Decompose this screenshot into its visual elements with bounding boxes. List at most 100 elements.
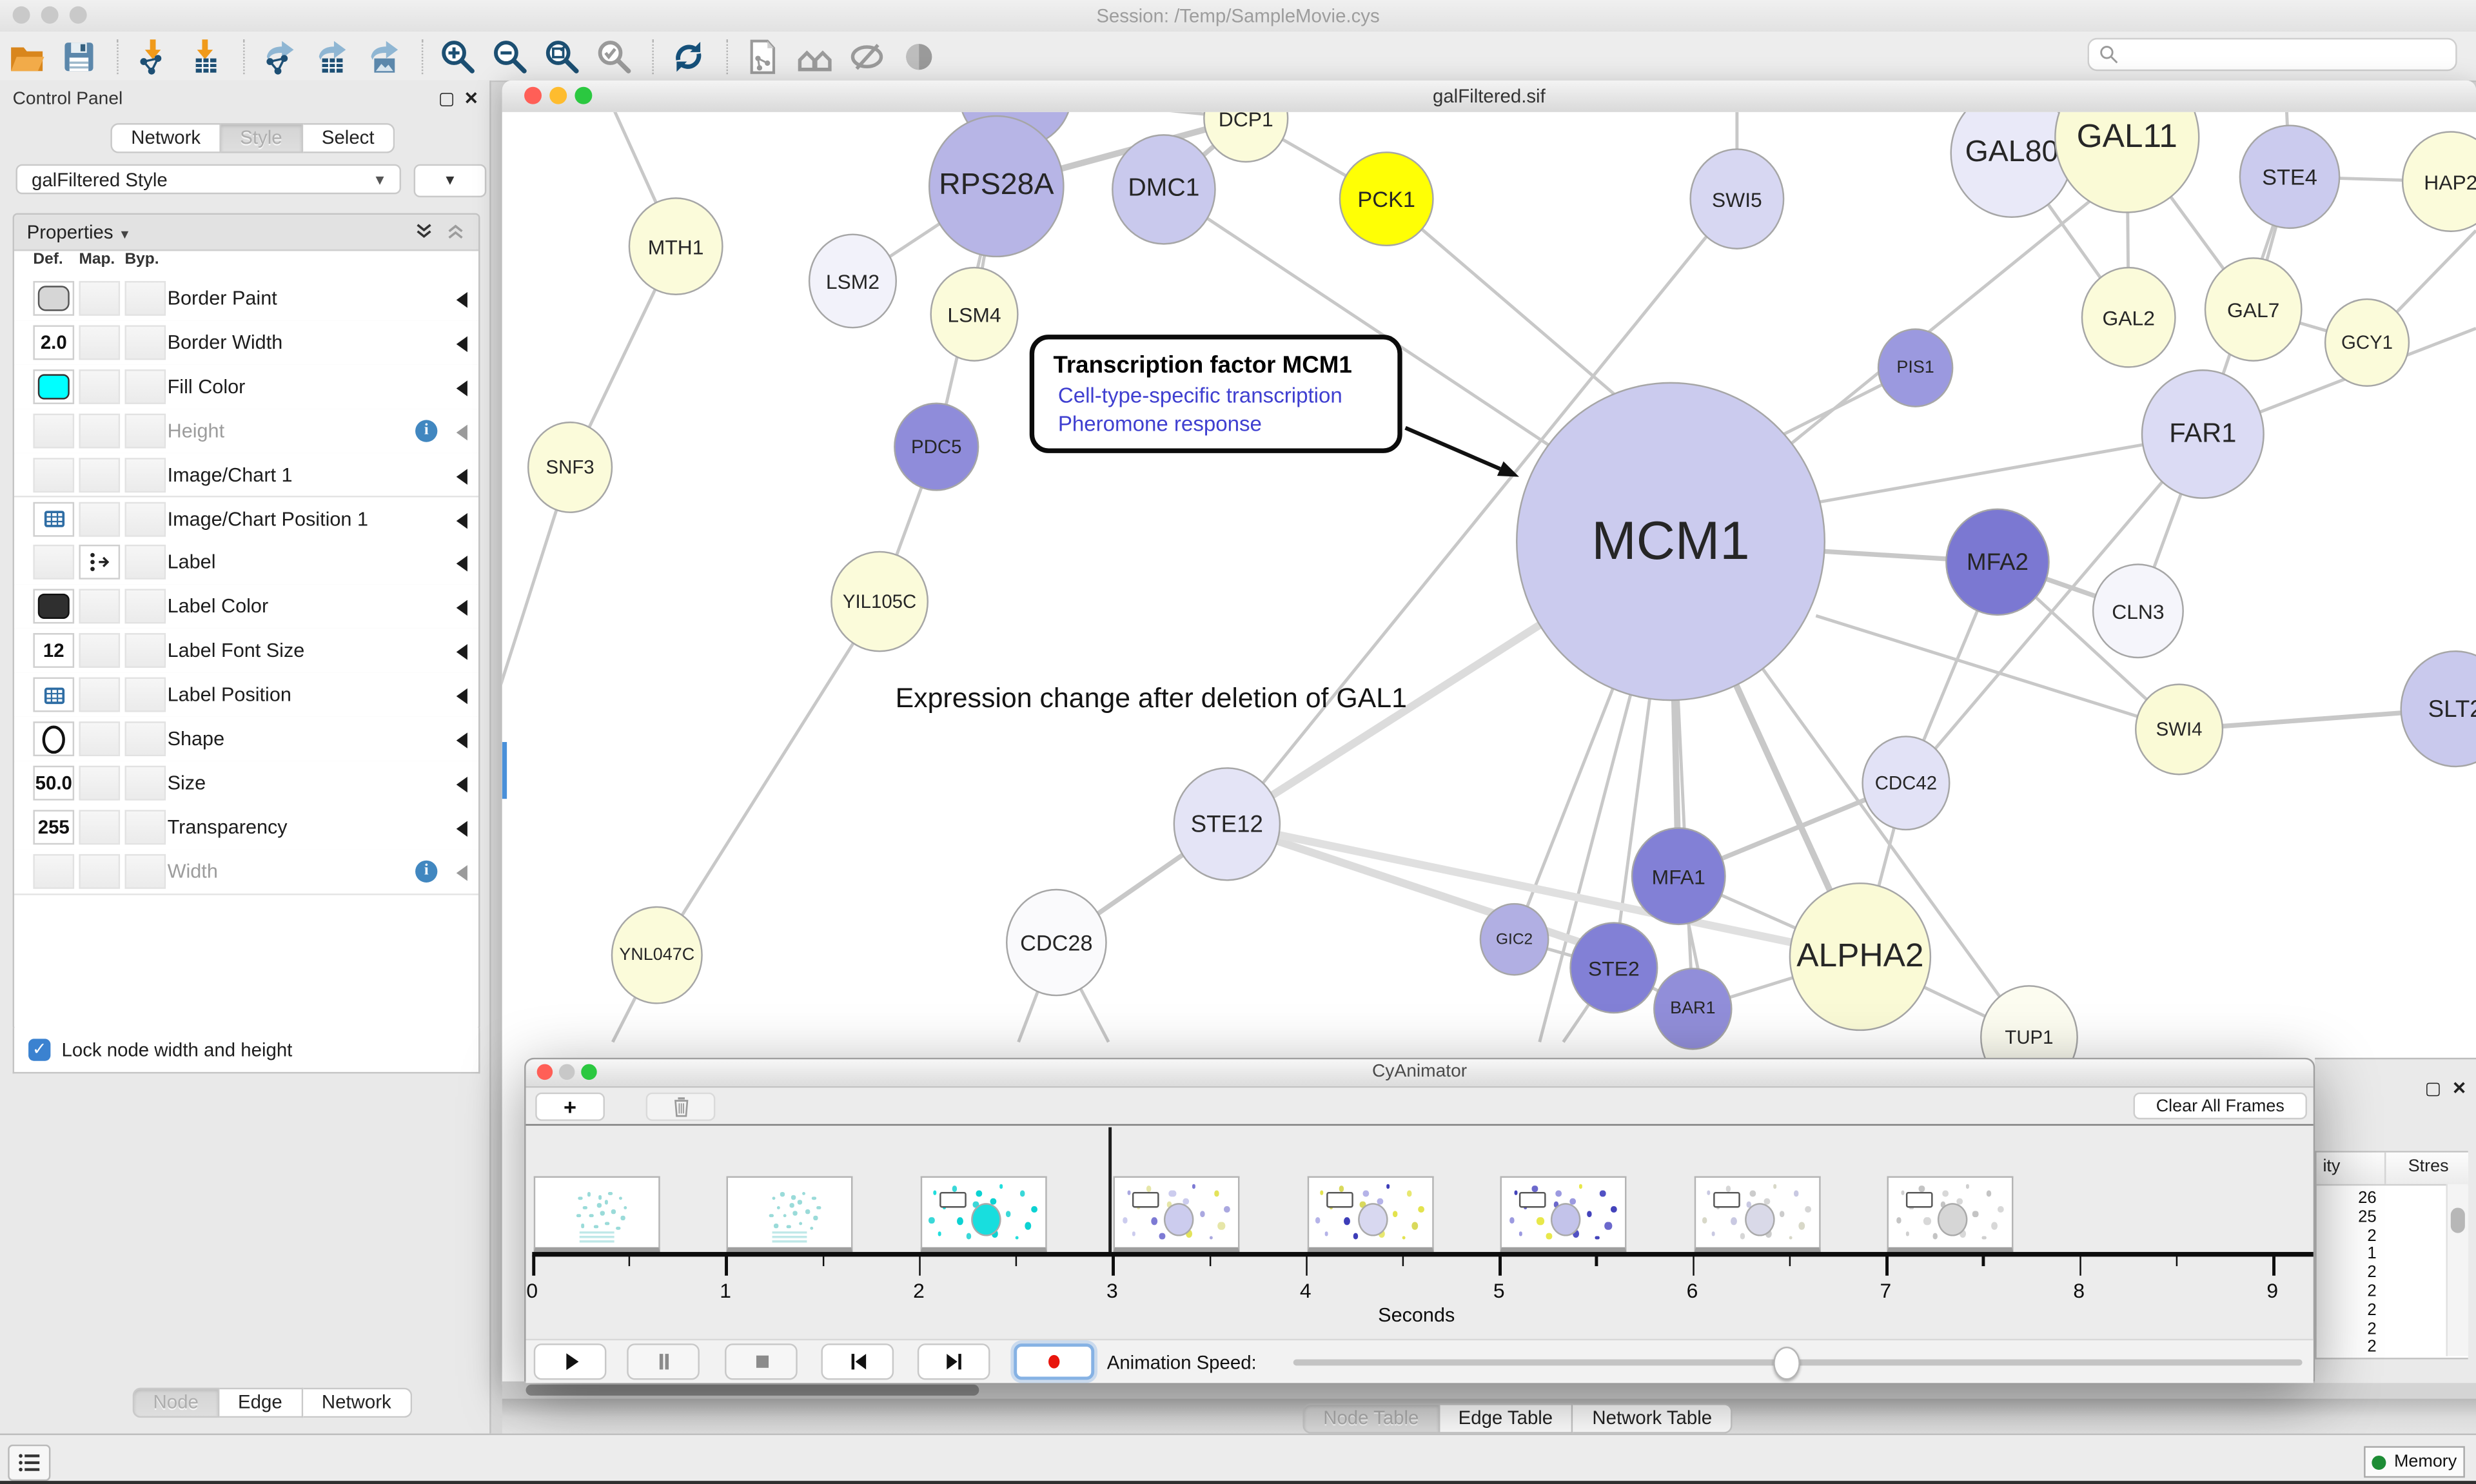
- property-byp-cell[interactable]: [124, 281, 166, 316]
- expand-row-icon[interactable]: [457, 380, 467, 396]
- property-row-border-paint[interactable]: Border Paint: [14, 277, 478, 322]
- vertical-scrollbar-thumb[interactable]: [2451, 1207, 2465, 1233]
- property-byp-cell[interactable]: [124, 545, 166, 580]
- tab-node-table[interactable]: Node Table: [1302, 1403, 1439, 1434]
- property-row-width[interactable]: Widthi: [14, 849, 478, 895]
- expand-row-icon[interactable]: [457, 600, 467, 616]
- zoom-fit-button[interactable]: [542, 36, 583, 77]
- tab-style[interactable]: Style: [221, 123, 303, 153]
- frame-thumbnail-4s[interactable]: [1307, 1176, 1433, 1252]
- property-map-cell[interactable]: [79, 369, 120, 404]
- node-snf3[interactable]: SNF3: [527, 422, 613, 513]
- tab-node[interactable]: Node: [133, 1388, 219, 1418]
- annotation-box[interactable]: Transcription factor MCM1 Cell-type-spec…: [1030, 335, 1402, 453]
- zoom-in-button[interactable]: [437, 36, 478, 77]
- node-mfa1[interactable]: MFA1: [1631, 827, 1726, 925]
- expand-row-icon[interactable]: [457, 336, 467, 351]
- property-row-label-color[interactable]: Label Color: [14, 585, 478, 630]
- node-bar1[interactable]: BAR1: [1653, 968, 1732, 1050]
- property-def-cell[interactable]: [33, 369, 74, 404]
- property-def-cell[interactable]: 2.0: [33, 325, 74, 360]
- node-mth1[interactable]: MTH1: [629, 197, 723, 295]
- column-divider[interactable]: [2384, 1153, 2386, 1184]
- tab-network[interactable]: Network: [303, 1388, 412, 1418]
- property-map-cell[interactable]: [79, 810, 120, 845]
- node-mcm1[interactable]: MCM1: [1516, 382, 1825, 701]
- property-byp-cell[interactable]: [124, 765, 166, 800]
- property-row-label-font-size[interactable]: 12Label Font Size: [14, 629, 478, 674]
- play-button[interactable]: [534, 1343, 607, 1380]
- property-map-cell[interactable]: [79, 325, 120, 360]
- import-network-button[interactable]: [133, 36, 174, 77]
- property-def-cell[interactable]: [33, 589, 74, 624]
- clear-all-frames-button[interactable]: Clear All Frames: [2134, 1093, 2307, 1120]
- property-byp-cell[interactable]: [124, 457, 166, 492]
- add-frame-button[interactable]: +: [535, 1093, 605, 1121]
- network-file-button[interactable]: [742, 36, 783, 77]
- table-cell-value[interactable]: 25: [2320, 1207, 2377, 1226]
- property-byp-cell[interactable]: [124, 413, 166, 448]
- memory-button[interactable]: Memory: [2364, 1446, 2465, 1478]
- annotation-link-1[interactable]: Cell-type-specific transcription: [1053, 384, 1378, 407]
- tab-network-table[interactable]: Network Table: [1573, 1403, 1733, 1434]
- node-gic2[interactable]: GIC2: [1480, 903, 1549, 976]
- hide-details-button[interactable]: [847, 36, 888, 77]
- table-cell-value[interactable]: 2: [2320, 1226, 2377, 1245]
- horizontal-scrollbar-thumb[interactable]: [526, 1385, 979, 1396]
- group-nodes-button[interactable]: [794, 36, 836, 77]
- annotation-link-2[interactable]: Pheromone response: [1053, 412, 1378, 436]
- node-cln3[interactable]: CLN3: [2092, 563, 2184, 658]
- close-panel-icon[interactable]: ✕: [2452, 1079, 2467, 1099]
- property-def-cell[interactable]: [33, 281, 74, 316]
- column-header-ity[interactable]: ity: [2323, 1157, 2340, 1176]
- property-row-height[interactable]: Heighti: [14, 409, 478, 454]
- node-ste2[interactable]: STE2: [1569, 922, 1658, 1013]
- lock-size-checkbox[interactable]: ✓: [28, 1039, 50, 1060]
- property-row-image-chart-1[interactable]: Image/Chart 1: [14, 453, 478, 498]
- expand-row-icon[interactable]: [457, 645, 467, 660]
- tab-select[interactable]: Select: [302, 123, 395, 153]
- property-map-cell[interactable]: [79, 854, 120, 888]
- network-window-titlebar[interactable]: galFiltered.sif: [502, 81, 2476, 113]
- node-mfa2[interactable]: MFA2: [1945, 509, 2050, 616]
- expand-row-icon[interactable]: [457, 424, 467, 440]
- frame-thumbnail-3s[interactable]: [1114, 1176, 1240, 1252]
- node-alpha2[interactable]: ALPHA2: [1789, 883, 1931, 1031]
- frame-thumbnail-5s[interactable]: [1500, 1176, 1627, 1252]
- property-row-transparency[interactable]: 255Transparency: [14, 805, 478, 850]
- record-button[interactable]: [1014, 1343, 1094, 1380]
- export-image-button[interactable]: [363, 36, 404, 77]
- expand-row-icon[interactable]: [457, 732, 467, 748]
- property-def-cell[interactable]: [33, 721, 74, 756]
- export-network-button[interactable]: [259, 36, 300, 77]
- table-cell-value[interactable]: 2: [2320, 1319, 2377, 1338]
- node-pdc5[interactable]: PDC5: [894, 402, 979, 491]
- property-byp-cell[interactable]: [124, 854, 166, 888]
- save-session-button[interactable]: [59, 36, 100, 77]
- style-selector[interactable]: galFiltered Style ▼: [15, 164, 401, 195]
- node-lsm4[interactable]: LSM4: [930, 267, 1018, 362]
- node-ynl047c[interactable]: YNL047C: [611, 906, 703, 1004]
- tab-edge-table[interactable]: Edge Table: [1439, 1403, 1573, 1434]
- node-lsm2[interactable]: LSM2: [809, 233, 897, 328]
- expand-row-icon[interactable]: [457, 864, 467, 880]
- property-row-fill-color[interactable]: Fill Color: [14, 364, 478, 410]
- table-cell-value[interactable]: 2: [2320, 1300, 2377, 1319]
- property-row-size[interactable]: 50.0Size: [14, 761, 478, 806]
- property-byp-cell[interactable]: [124, 369, 166, 404]
- float-panel-icon[interactable]: ▢: [438, 88, 455, 109]
- expand-row-icon[interactable]: [457, 777, 467, 792]
- property-byp-cell[interactable]: [124, 325, 166, 360]
- property-def-cell[interactable]: 12: [33, 634, 74, 669]
- property-row-label-position[interactable]: Label Position: [14, 672, 478, 718]
- info-icon[interactable]: i: [415, 860, 437, 882]
- node-gal7[interactable]: GAL7: [2205, 257, 2303, 362]
- node-swi4[interactable]: SWI4: [2135, 683, 2223, 775]
- property-map-cell[interactable]: [79, 721, 120, 756]
- zoom-selected-button[interactable]: [594, 36, 635, 77]
- node-pck1[interactable]: PCK1: [1339, 151, 1434, 246]
- property-row-image-chart-position-1[interactable]: Image/Chart Position 1: [14, 496, 478, 542]
- expand-row-icon[interactable]: [457, 468, 467, 483]
- property-def-cell[interactable]: [33, 413, 74, 448]
- node-cdc42[interactable]: CDC42: [1862, 736, 1950, 830]
